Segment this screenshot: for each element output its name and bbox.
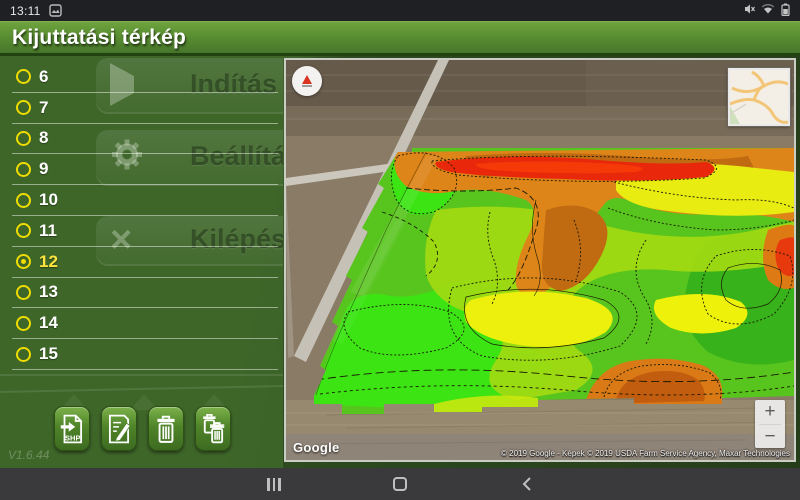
map-attribution: © 2019 Google - Képek © 2019 USDA Farm S… [501,449,790,458]
page-title: Kijuttatási térkép [0,26,186,50]
wifi-icon [761,3,775,18]
zoom-control: + − [755,400,785,448]
delete-button[interactable] [148,406,184,451]
battery-icon [781,3,790,19]
rate-option-10[interactable]: 10 [12,185,278,216]
version-label: V1.6.44 [8,448,49,462]
compass-button[interactable] [292,66,322,96]
radio-icon [16,69,31,84]
back-button[interactable] [506,471,546,497]
rate-option-13[interactable]: 13 [12,278,278,309]
clock: 13:11 [10,4,41,18]
home-button[interactable] [380,471,420,497]
rate-option-label: 8 [39,128,48,148]
rate-option-8[interactable]: 8 [12,124,278,155]
shp-file-icon: SHP [59,414,85,444]
google-logo: Google [293,440,340,455]
inset-roads-icon [730,70,788,124]
radio-selected-icon [16,254,31,269]
radio-icon [16,285,31,300]
rate-option-11[interactable]: 11 [12,216,278,247]
rate-option-14[interactable]: 14 [12,308,278,339]
radio-icon [16,131,31,146]
radio-icon [16,347,31,362]
rate-panel: Indítás Beállítások [0,56,283,468]
trash-icon [153,414,179,444]
svg-text:SHP: SHP [65,433,80,442]
radio-icon [16,162,31,177]
overview-inset-map[interactable] [728,68,790,126]
recents-icon [267,478,281,491]
recents-button[interactable] [254,471,294,497]
export-shp-button[interactable]: SHP [54,406,90,451]
map-view[interactable]: + − Google © 2019 Google - Képek © 2019 … [284,58,796,462]
back-icon [521,476,532,492]
app-screen: 13:11 Kijuttatási térkép Indítás [0,0,800,500]
background-decoration [0,385,283,393]
compass-base-icon [302,85,312,87]
zoom-out-button[interactable]: − [755,425,785,449]
rate-option-label: 14 [39,313,58,333]
radio-icon [16,100,31,115]
rate-list: 6 7 8 9 10 11 12 13 14 15 [0,62,283,370]
toolbar: SHP [54,406,231,451]
home-icon [393,477,407,491]
rate-option-label: 12 [39,252,58,272]
screenshot-notification-icon [49,4,62,17]
rate-option-12[interactable]: 12 [12,247,278,278]
zoom-in-button[interactable]: + [755,400,785,424]
rate-option-9[interactable]: 9 [12,154,278,185]
status-bar: 13:11 [0,0,800,21]
rate-option-label: 15 [39,344,58,364]
rate-option-15[interactable]: 15 [12,339,278,370]
content-area: Indítás Beállítások [0,56,800,468]
radio-icon [16,223,31,238]
rate-option-label: 7 [39,98,48,118]
rate-option-label: 11 [39,221,57,241]
rate-option-label: 10 [39,190,58,210]
trash-all-icon [200,414,226,444]
android-nav-bar [0,468,800,500]
delete-all-button[interactable] [195,406,231,451]
radio-icon [16,316,31,331]
title-bar: Kijuttatási térkép [0,21,800,56]
compass-needle-icon [302,75,312,84]
rate-option-label: 13 [39,282,58,302]
background-decoration [0,374,283,376]
rate-option-label: 6 [39,67,48,87]
rate-option-label: 9 [39,159,48,179]
edit-button[interactable] [101,406,137,451]
mute-icon [743,3,755,18]
edit-icon [106,414,132,444]
rate-option-7[interactable]: 7 [12,93,278,124]
rate-option-6[interactable]: 6 [12,62,278,93]
prescription-map-overlay [286,60,794,460]
radio-icon [16,193,31,208]
